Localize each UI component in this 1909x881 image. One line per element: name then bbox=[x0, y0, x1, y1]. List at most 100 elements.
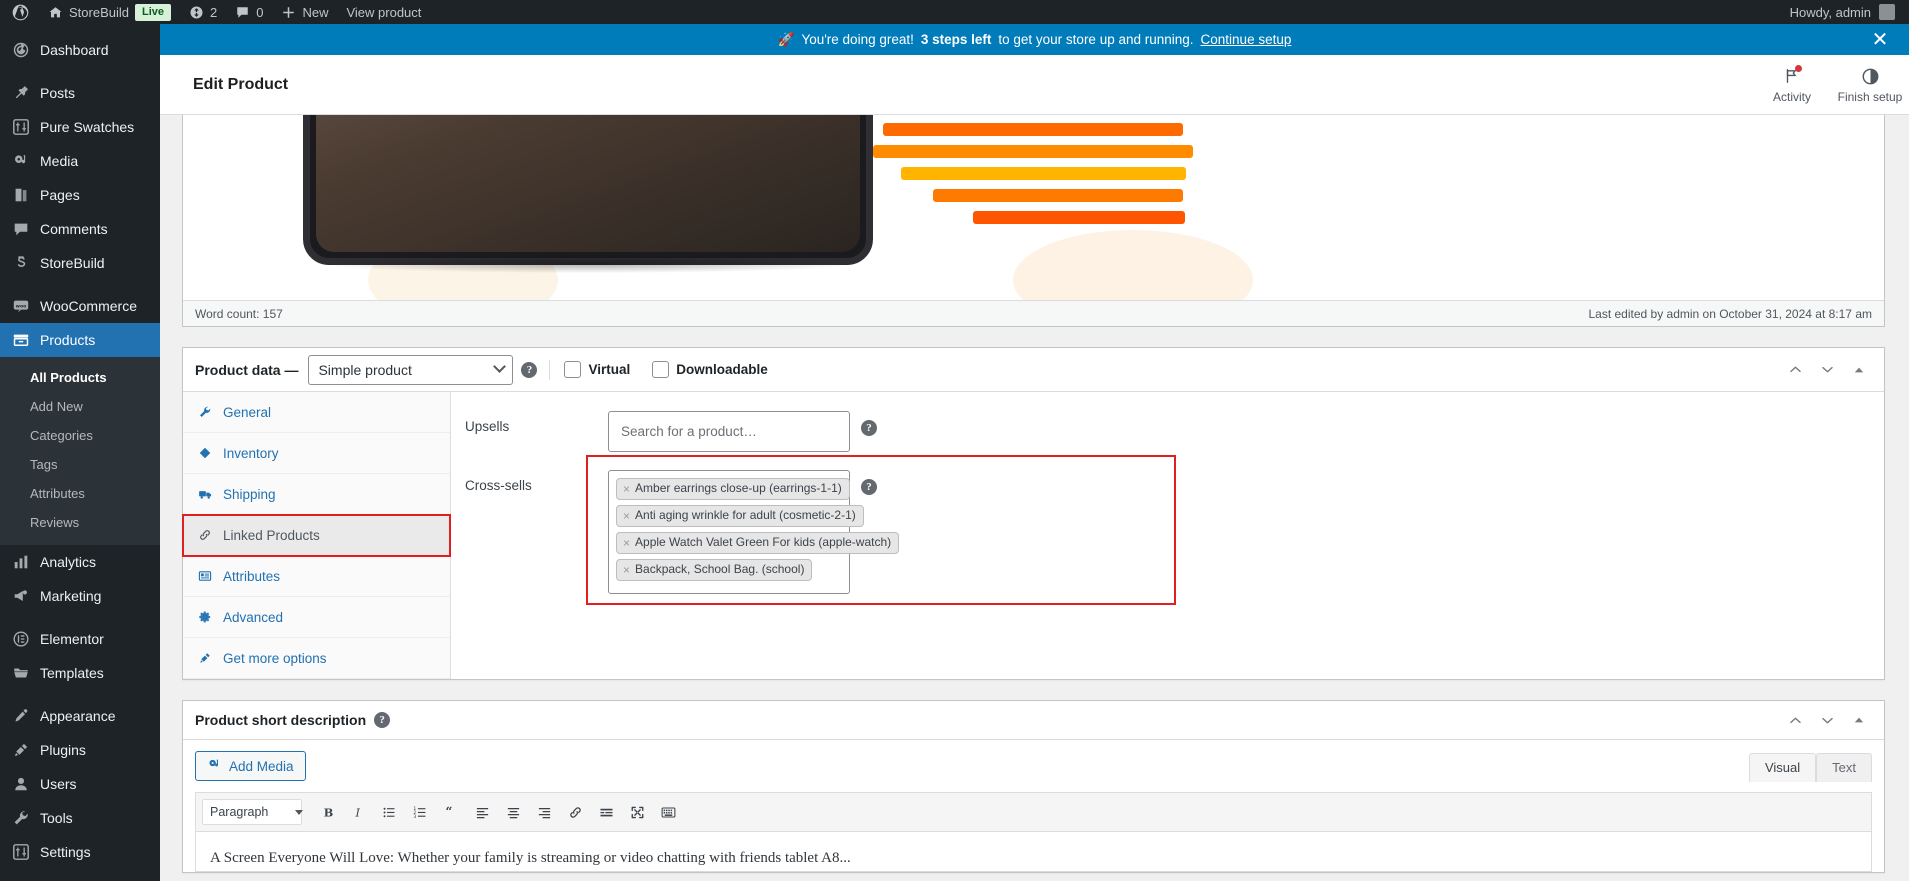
sidebar-item-marketing[interactable]: Marketing bbox=[0, 579, 160, 613]
new-content-menu[interactable]: New bbox=[272, 0, 337, 24]
site-name-menu[interactable]: StoreBuild Live bbox=[39, 0, 180, 24]
sidebar-item-posts[interactable]: Posts bbox=[0, 76, 160, 110]
numbered-list-icon[interactable]: 123 bbox=[406, 798, 434, 826]
align-left-icon[interactable] bbox=[468, 798, 496, 826]
bulleted-list-icon[interactable] bbox=[375, 798, 403, 826]
help-icon[interactable]: ? bbox=[861, 479, 877, 495]
pin-icon bbox=[11, 83, 31, 103]
submenu-item-categories[interactable]: Categories bbox=[0, 421, 160, 450]
product-type-select[interactable]: Simple product bbox=[308, 354, 514, 385]
submenu-item-reviews[interactable]: Reviews bbox=[0, 508, 160, 537]
help-icon[interactable]: ? bbox=[374, 712, 391, 728]
sidebar-item-products[interactable]: Products bbox=[0, 323, 160, 357]
finish-setup-button[interactable]: Finish setup bbox=[1831, 55, 1909, 115]
upsells-label: Upsells bbox=[465, 419, 510, 434]
virtual-checkbox-label[interactable]: Virtual bbox=[564, 361, 630, 378]
sidebar-item-dashboard[interactable]: Dashboard bbox=[0, 33, 160, 67]
activity-badge-dot bbox=[1795, 65, 1802, 72]
view-product-label: View product bbox=[346, 4, 422, 20]
new-content-label: New bbox=[302, 4, 329, 20]
submenu-item-attributes[interactable]: Attributes bbox=[0, 479, 160, 508]
rocket-icon: 🚀 bbox=[777, 31, 795, 47]
fullscreen-icon[interactable] bbox=[623, 798, 651, 826]
tab-attributes[interactable]: Attributes bbox=[183, 556, 450, 597]
format-select[interactable]: Paragraph bbox=[202, 799, 302, 825]
woocommerce-icon: woo bbox=[11, 296, 31, 316]
submenu-item-all-products[interactable]: All Products bbox=[0, 363, 160, 392]
sidebar-item-comments[interactable]: Comments bbox=[0, 212, 160, 246]
cross-sells-input[interactable]: × Amber earrings close-up (earrings-1-1)… bbox=[608, 470, 900, 594]
close-icon[interactable]: ✕ bbox=[1867, 24, 1893, 55]
help-icon[interactable]: ? bbox=[521, 361, 538, 378]
italic-icon[interactable]: I bbox=[344, 798, 372, 826]
sidebar-item-settings[interactable]: Settings bbox=[0, 835, 160, 869]
read-more-icon[interactable] bbox=[592, 798, 620, 826]
virtual-checkbox[interactable] bbox=[564, 361, 582, 378]
sidebar-item-tools[interactable]: Tools bbox=[0, 801, 160, 835]
sidebar-item-templates[interactable]: Templates bbox=[0, 656, 160, 690]
remove-x-icon[interactable]: × bbox=[623, 483, 630, 495]
sidebar-item-label: Pure Swatches bbox=[40, 119, 135, 135]
remove-x-icon[interactable]: × bbox=[623, 537, 630, 549]
cross-sells-control[interactable]: × Amber earrings close-up (earrings-1-1)… bbox=[608, 470, 900, 594]
storebuild-icon bbox=[11, 253, 31, 273]
cross-sell-tag-label: Anti aging wrinkle for adult (cosmetic-2… bbox=[635, 508, 856, 522]
add-media-button[interactable]: Add Media bbox=[195, 751, 306, 781]
sidebar-item-label: Tools bbox=[40, 810, 73, 826]
comments-menu[interactable]: 0 bbox=[226, 0, 272, 24]
word-count: Word count: 157 bbox=[195, 306, 283, 321]
submenu-item-add-new[interactable]: Add New bbox=[0, 392, 160, 421]
wordpress-logo-icon[interactable] bbox=[0, 0, 39, 24]
tab-inventory[interactable]: Inventory bbox=[183, 433, 450, 474]
remove-x-icon[interactable]: × bbox=[623, 510, 630, 522]
sidebar-item-pages[interactable]: Pages bbox=[0, 178, 160, 212]
cross-sell-tag[interactable]: × Anti aging wrinkle for adult (cosmetic… bbox=[616, 505, 864, 527]
continue-setup-link[interactable]: Continue setup bbox=[1201, 32, 1292, 47]
cross-sell-tag-label: Amber earrings close-up (earrings-1-1) bbox=[635, 481, 842, 495]
divider bbox=[549, 359, 551, 380]
align-right-icon[interactable] bbox=[530, 798, 558, 826]
sidebar-item-storebuild[interactable]: StoreBuild bbox=[0, 246, 160, 280]
account-menu[interactable]: Howdy, admin bbox=[1781, 0, 1909, 24]
remove-x-icon[interactable]: × bbox=[623, 564, 630, 576]
tab-label: Inventory bbox=[223, 445, 279, 461]
downloadable-checkbox-label[interactable]: Downloadable bbox=[652, 361, 768, 378]
upsells-control: Search for a product… bbox=[608, 411, 850, 452]
megaphone-icon bbox=[11, 586, 31, 606]
blockquote-icon[interactable]: “ bbox=[437, 798, 465, 826]
tab-advanced[interactable]: Advanced bbox=[183, 597, 450, 638]
sidebar-item-plugins[interactable]: Plugins bbox=[0, 733, 160, 767]
admin-sidebar: Dashboard Posts Pure Swatches Media Page… bbox=[0, 24, 160, 881]
bold-icon[interactable]: B bbox=[313, 798, 341, 826]
cross-sell-tag[interactable]: × Apple Watch Valet Green For kids (appl… bbox=[616, 532, 900, 554]
sidebar-item-appearance[interactable]: Appearance bbox=[0, 699, 160, 733]
tab-general[interactable]: General bbox=[183, 392, 450, 433]
link-icon[interactable] bbox=[561, 798, 589, 826]
view-product-link[interactable]: View product bbox=[337, 0, 430, 24]
cross-sell-tag[interactable]: × Backpack, School Bag. (school) bbox=[616, 559, 813, 581]
align-center-icon[interactable] bbox=[499, 798, 527, 826]
upsells-input[interactable]: Search for a product… bbox=[608, 411, 850, 452]
sidebar-item-woocommerce[interactable]: woo WooCommerce bbox=[0, 289, 160, 323]
cross-sell-tag[interactable]: × Amber earrings close-up (earrings-1-1) bbox=[616, 478, 850, 500]
sidebar-item-elementor[interactable]: Elementor bbox=[0, 622, 160, 656]
woocommerce-page-header: Edit Product Activity Finish setup bbox=[160, 55, 1909, 115]
submenu-item-tags[interactable]: Tags bbox=[0, 450, 160, 479]
sidebar-item-media[interactable]: Media bbox=[0, 144, 160, 178]
sidebar-item-users[interactable]: Users bbox=[0, 767, 160, 801]
tab-shipping[interactable]: Shipping bbox=[183, 474, 450, 515]
help-icon[interactable]: ? bbox=[861, 420, 877, 436]
live-badge: Live bbox=[134, 3, 171, 21]
sidebar-item-pure-swatches[interactable]: Pure Swatches bbox=[0, 110, 160, 144]
sidebar-item-analytics[interactable]: Analytics bbox=[0, 545, 160, 579]
updates-menu[interactable]: 2 bbox=[180, 0, 226, 24]
sidebar-item-label: Pages bbox=[40, 187, 80, 203]
downloadable-checkbox[interactable] bbox=[652, 361, 670, 378]
toolbar-toggle-icon[interactable] bbox=[654, 798, 682, 826]
tab-get-more-options[interactable]: Get more options bbox=[183, 638, 450, 679]
tab-label: Linked Products bbox=[223, 527, 320, 543]
tab-linked-products[interactable]: Linked Products bbox=[182, 514, 451, 557]
comment-bubble-icon bbox=[11, 219, 31, 239]
activity-button[interactable]: Activity bbox=[1753, 55, 1831, 115]
